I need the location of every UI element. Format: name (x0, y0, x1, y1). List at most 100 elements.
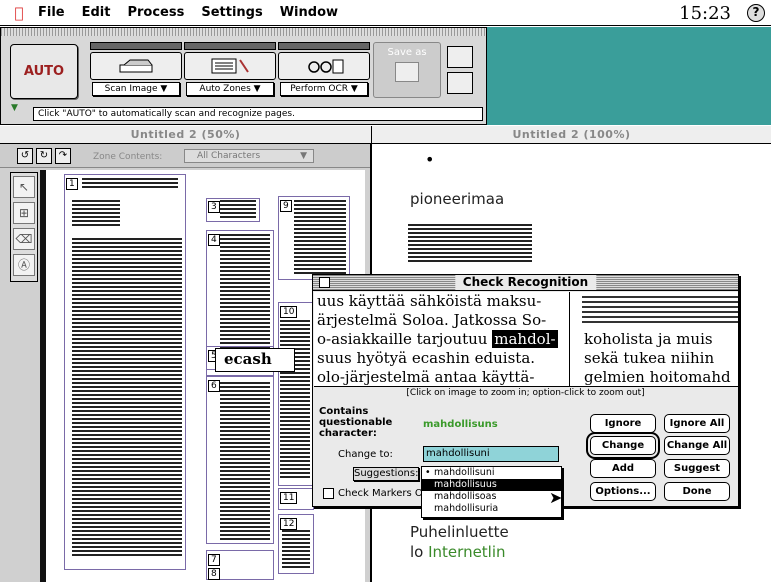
menu-edit[interactable]: Edit (82, 5, 111, 20)
zoom-line: uus käyttää sähköistä maksu- (317, 292, 542, 310)
check-bullet-icon: • (425, 467, 431, 478)
rotate-left-icon[interactable]: ↺ (17, 148, 33, 164)
questionable-word: mahdollisuns (423, 419, 498, 430)
close-box-icon[interactable] (319, 277, 330, 288)
recognized-text-block (408, 224, 532, 264)
menu-process[interactable]: Process (127, 5, 184, 20)
change-all-button[interactable]: Change All (664, 436, 730, 455)
recognized-heading: pioneerimaa (410, 190, 505, 208)
zone-label: 3 (208, 201, 220, 213)
zone-text (72, 238, 182, 558)
change-to-field[interactable]: mahdollisuni (423, 446, 559, 462)
dialog-title: Check Recognition (454, 275, 597, 290)
zoom-line: gelmien hoitomahd (584, 368, 731, 386)
scan-image-popup[interactable]: Scan Image ▼ (92, 82, 180, 96)
suggest-button[interactable]: Suggest (664, 459, 730, 478)
suggestion-label: mahdollisoas (434, 491, 497, 502)
toolbar-drag-strip[interactable] (1, 28, 486, 36)
zone-contents-select[interactable]: All Characters ▼ (184, 149, 314, 163)
change-button[interactable]: Change (590, 436, 656, 455)
suggestions-label[interactable]: Suggestions: (353, 467, 419, 481)
auto-zones-label: Auto Zones (199, 84, 251, 94)
perform-ocr-popup[interactable]: Perform OCR ▼ (280, 82, 368, 96)
zoom-line: sekä tukea niihin (584, 349, 715, 367)
pointer-tool-icon[interactable]: ↖ (13, 176, 35, 198)
text-tool-icon[interactable]: Ⓐ (13, 254, 35, 276)
zone-label: 9 (280, 200, 292, 212)
zone-label: 12 (280, 518, 298, 530)
add-button[interactable]: Add (590, 459, 656, 478)
rotate-right-icon[interactable]: ↷ (55, 148, 71, 164)
recognized-line-2-start: lo (410, 543, 429, 561)
save-as-label: Save as (387, 47, 427, 58)
zone-tool-icon[interactable]: ⊞ (13, 202, 35, 224)
menu-file[interactable]: File (38, 5, 65, 20)
perform-ocr-label: Perform OCR (290, 84, 348, 94)
zone-text (282, 530, 310, 570)
suggestion-item[interactable]: • mahdollisuni (422, 467, 561, 479)
zone-text (220, 200, 256, 218)
options-button[interactable]: Options... (590, 482, 656, 501)
eraser-tool-icon[interactable]: ⌫ (13, 228, 35, 250)
recognized-line-2-link: Internetlin (428, 543, 506, 561)
check-markers-checkbox[interactable]: Check Markers Only (323, 488, 422, 499)
save-document-icon (395, 62, 419, 82)
recognized-line-1: Puhelinluette (410, 523, 509, 541)
auto-zones-group: Auto Zones ▼ (184, 42, 276, 98)
rotate-180-icon[interactable]: ↻ (36, 148, 52, 164)
document-list-icon[interactable] (447, 46, 473, 68)
suggestions-list[interactable]: • mahdollisuni mahdollisuus mahdollisoas … (421, 466, 562, 518)
perform-ocr-group: Perform OCR ▼ (278, 42, 370, 98)
right-window-title[interactable]: Untitled 2 (100%) (372, 126, 771, 144)
save-as-button[interactable]: Save as (373, 42, 441, 98)
scanner-icon[interactable] (90, 52, 182, 80)
bullet-icon: • (425, 150, 435, 169)
left-window-title[interactable]: Untitled 2 (50%) (0, 126, 372, 144)
zoomed-image[interactable]: uus käyttää sähköistä maksu- ärjestelmä … (314, 292, 738, 387)
menu-window[interactable]: Window (280, 5, 338, 20)
check-markers-label: Check Markers Only (338, 488, 422, 499)
scan-image-label: Scan Image (104, 84, 158, 94)
checklist-icon[interactable] (447, 72, 473, 94)
checkbox-box[interactable] (323, 488, 334, 499)
zone-label: 11 (280, 492, 298, 504)
help-icon[interactable]: ? (747, 4, 765, 22)
glasses-icon[interactable] (278, 52, 370, 80)
apple-menu-icon[interactable]:  (10, 4, 28, 22)
zone-label: 8 (208, 568, 220, 580)
ecash-zone-heading[interactable]: ecash (215, 348, 295, 372)
zoom-line-start: o-asiakkaille tarjoutuu (317, 330, 493, 348)
suggestion-label: mahdollisuria (434, 503, 499, 514)
suggestion-label: mahdollisuni (434, 467, 495, 478)
zone-text (294, 200, 346, 276)
zoomed-text-block (582, 296, 738, 324)
hint-bar: Click "AUTO" to automatically scan and r… (33, 107, 483, 121)
suggestion-item[interactable]: mahdollisuria (422, 503, 561, 515)
suggestion-item[interactable]: mahdollisoas (422, 491, 561, 503)
recognized-line-2: lo Internetlin (410, 543, 506, 561)
menu-bar:  File Edit Process Settings Window 15:2… (0, 0, 771, 26)
auto-zones-popup[interactable]: Auto Zones ▼ (186, 82, 274, 96)
done-button[interactable]: Done (664, 482, 730, 501)
ignore-button[interactable]: Ignore (590, 414, 656, 433)
desktop-background (487, 27, 771, 125)
chevron-down-icon: ▼ (300, 151, 307, 161)
zone-label: 7 (208, 554, 220, 566)
hint-arrow-icon: ▼ (11, 103, 18, 113)
zone-label: 10 (280, 306, 298, 318)
zones-status-bar (184, 42, 276, 50)
zone-label: 6 (208, 380, 220, 392)
ignore-all-button[interactable]: Ignore All (664, 414, 730, 433)
highlighted-word: mahdol- (492, 330, 558, 348)
auto-button[interactable]: AUTO (10, 44, 78, 99)
check-recognition-dialog: Check Recognition uus käyttää sähköistä … (312, 274, 739, 518)
suggestion-item[interactable]: mahdollisuus (422, 479, 561, 491)
scan-image-group: Scan Image ▼ (90, 42, 182, 98)
ocr-status-bar (278, 42, 370, 50)
zone-text (280, 320, 310, 480)
zoom-hint: [Click on image to zoom in; option-click… (406, 388, 645, 398)
dialog-title-bar[interactable]: Check Recognition (313, 275, 738, 291)
zones-icon[interactable] (184, 52, 276, 80)
zoom-line: suus hyötyä ecashin eduista. (317, 349, 536, 367)
menu-settings[interactable]: Settings (201, 5, 262, 20)
